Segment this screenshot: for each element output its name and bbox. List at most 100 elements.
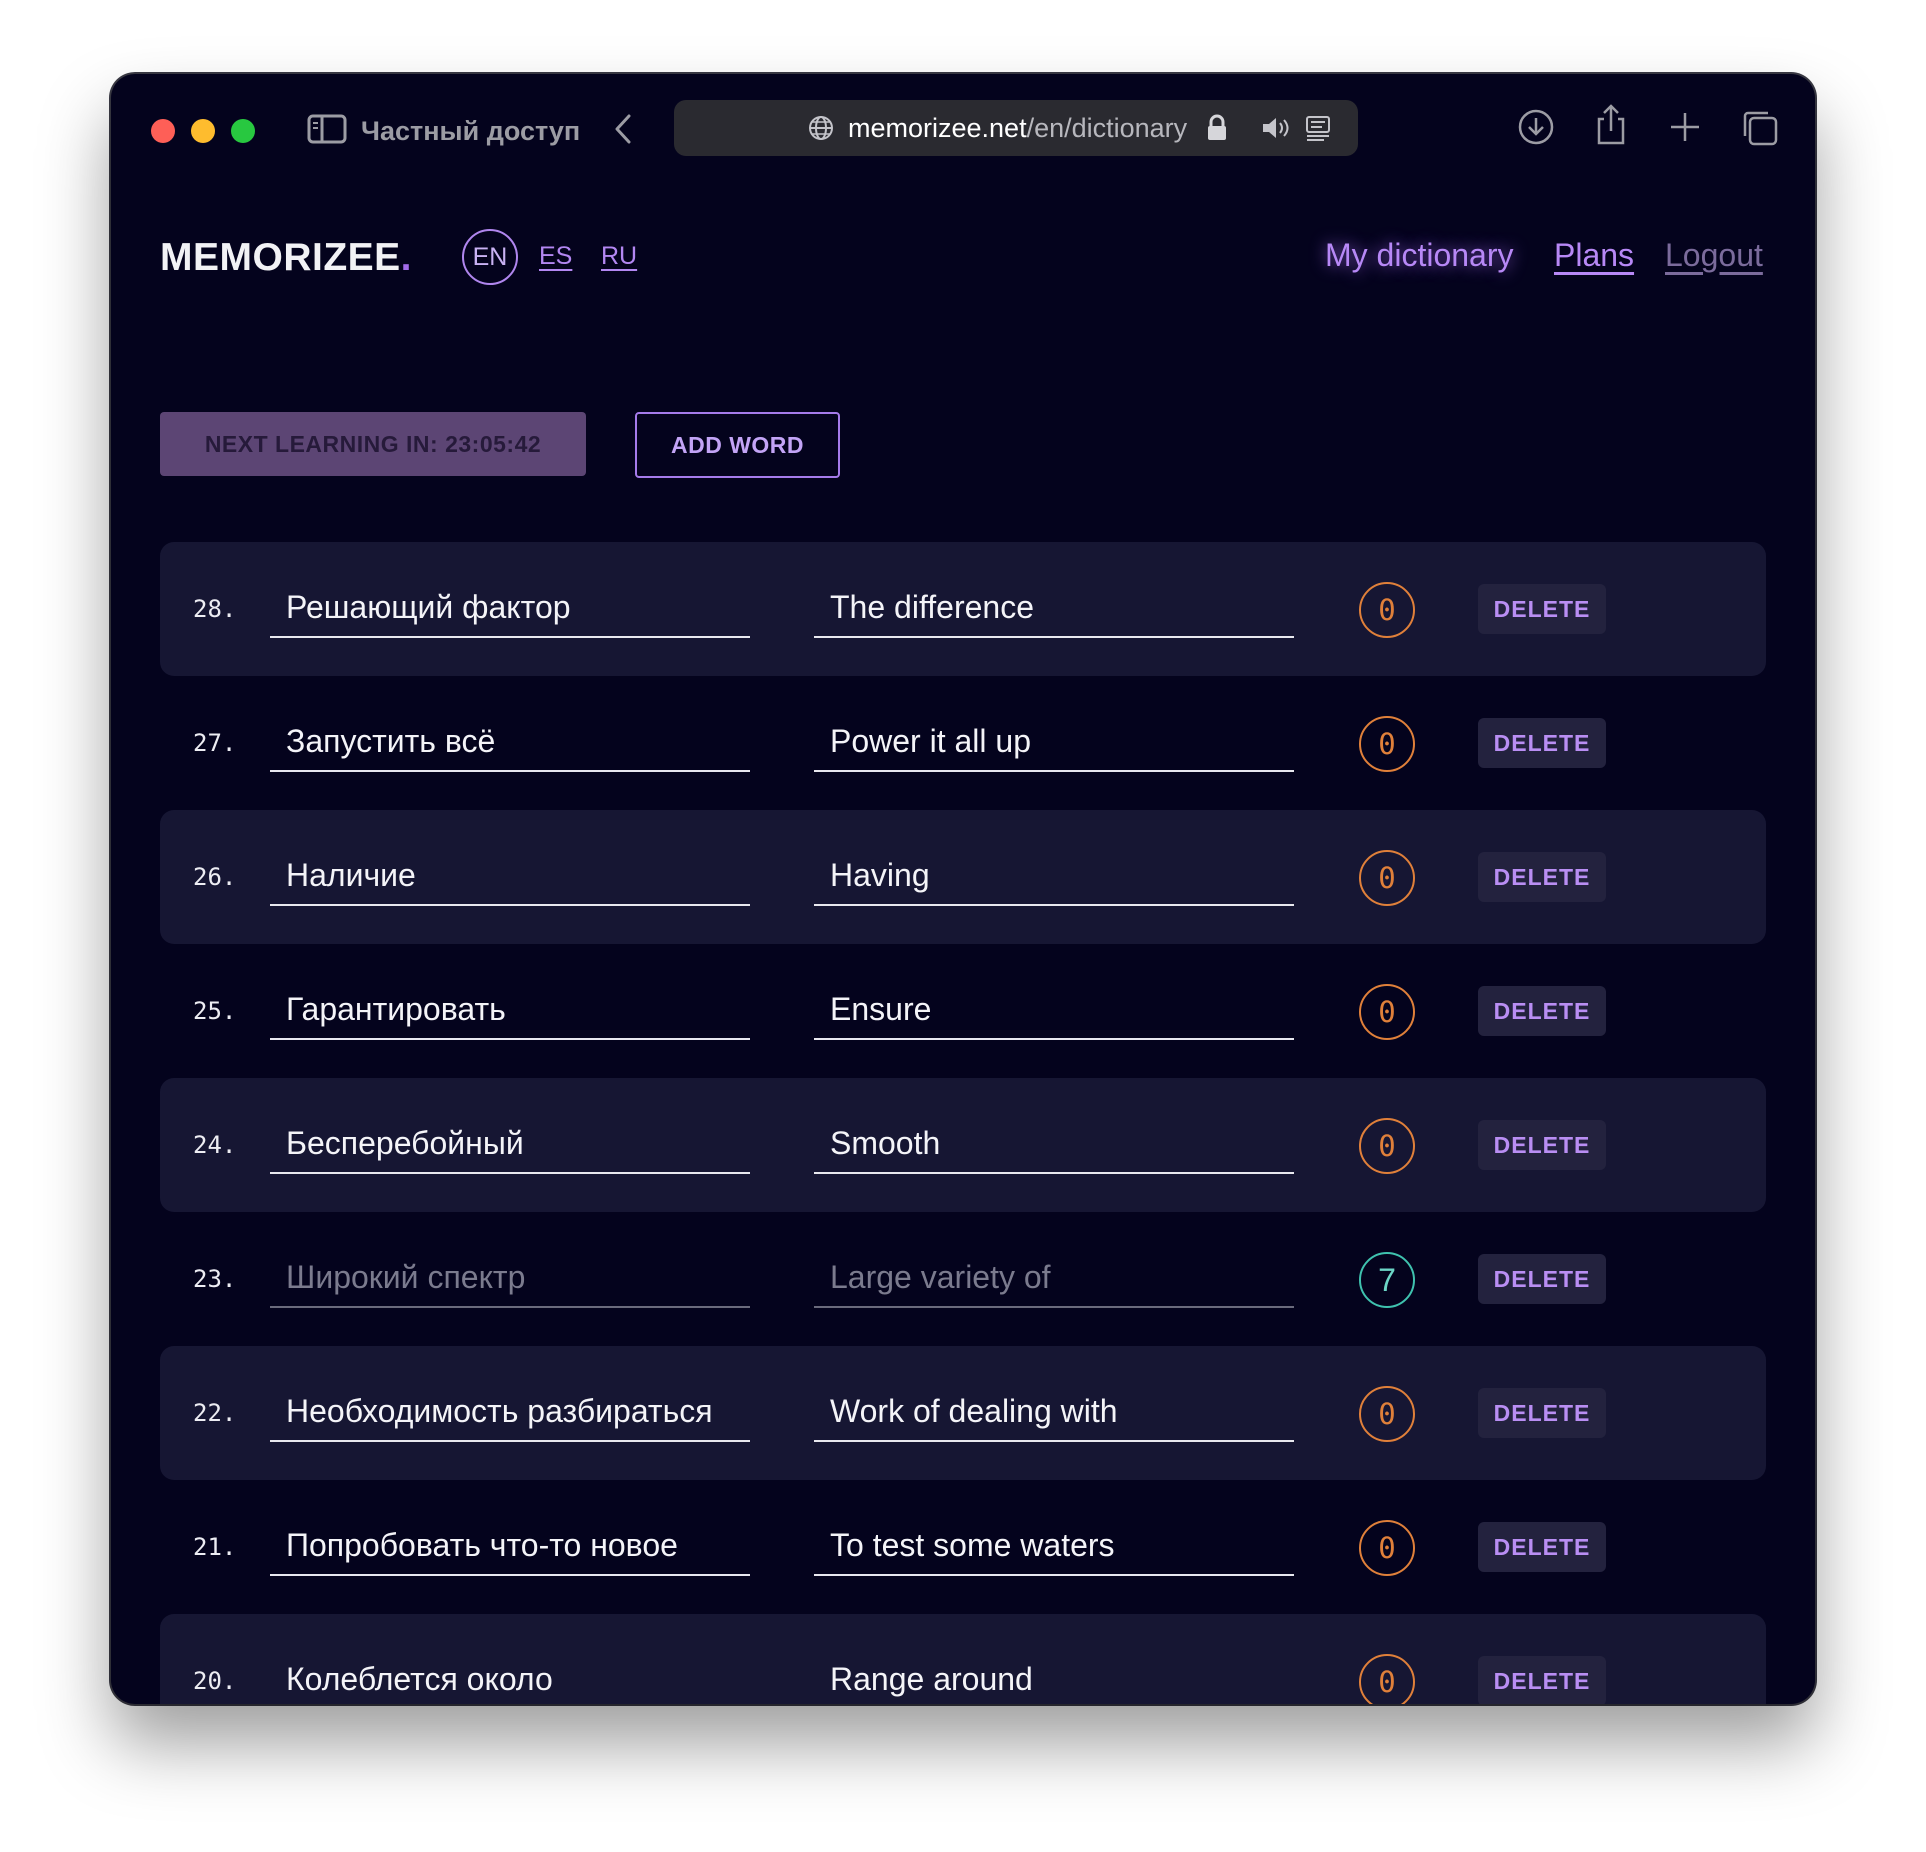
sidebar-toggle-icon[interactable] xyxy=(307,114,347,149)
english-word-field[interactable]: Smooth xyxy=(814,1112,1294,1174)
word-number: 25. xyxy=(193,997,237,1025)
language-es-link[interactable]: ES xyxy=(539,241,572,271)
close-window-button[interactable] xyxy=(151,119,175,143)
english-word-text: Smooth xyxy=(830,1125,941,1161)
globe-icon xyxy=(807,114,835,147)
russian-word-field[interactable]: Решающий фактор xyxy=(270,576,750,638)
score-badge: 0 xyxy=(1359,1654,1415,1704)
russian-word-text: Наличие xyxy=(286,857,416,893)
score-badge: 0 xyxy=(1359,1118,1415,1174)
english-word-text: Having xyxy=(830,857,930,893)
minimize-window-button[interactable] xyxy=(191,119,215,143)
english-word-text: Range around xyxy=(830,1661,1033,1697)
delete-button[interactable]: DELETE xyxy=(1478,1522,1606,1572)
delete-button[interactable]: DELETE xyxy=(1478,852,1606,902)
word-number: 27. xyxy=(193,729,237,757)
score-badge: 0 xyxy=(1359,1386,1415,1442)
word-number: 28. xyxy=(193,595,237,623)
english-word-field[interactable]: Power it all up xyxy=(814,710,1294,772)
reader-mode-icon[interactable] xyxy=(1304,114,1332,147)
speaker-icon[interactable] xyxy=(1260,114,1292,147)
russian-word-field[interactable]: Попробовать что-то новое xyxy=(270,1514,750,1576)
browser-window: Частный доступ memorizee.net/en/dictiona… xyxy=(111,74,1815,1704)
word-number: 23. xyxy=(193,1265,237,1293)
site-logo[interactable]: MEMORIZEE. xyxy=(160,234,412,282)
word-number: 20. xyxy=(193,1667,237,1695)
delete-button[interactable]: DELETE xyxy=(1478,584,1606,634)
russian-word-text: Попробовать что-то новое xyxy=(286,1527,678,1563)
delete-button[interactable]: DELETE xyxy=(1478,1656,1606,1704)
english-word-text: The difference xyxy=(830,589,1034,625)
russian-word-field[interactable]: Наличие xyxy=(270,844,750,906)
word-number: 22. xyxy=(193,1399,237,1427)
language-ru-link[interactable]: RU xyxy=(601,241,637,271)
url-host: memorizee.net xyxy=(848,113,1027,143)
english-word-text: Large variety of xyxy=(830,1259,1051,1295)
russian-word-field[interactable]: Гарантировать xyxy=(270,978,750,1040)
tab-overview-icon[interactable] xyxy=(1739,107,1781,154)
delete-button[interactable]: DELETE xyxy=(1478,1120,1606,1170)
english-word-field[interactable]: Having xyxy=(814,844,1294,906)
russian-word-text: Гарантировать xyxy=(286,991,506,1027)
word-row: 22. Необходимость разбираться Work of de… xyxy=(160,1346,1766,1480)
english-word-field[interactable]: Large variety of xyxy=(814,1246,1294,1308)
russian-word-field[interactable]: Необходимость разбираться xyxy=(270,1380,750,1442)
word-list: 28. Решающий фактор The difference 0 DEL… xyxy=(160,542,1766,1704)
english-word-field[interactable]: Work of dealing with xyxy=(814,1380,1294,1442)
delete-button[interactable]: DELETE xyxy=(1478,1254,1606,1304)
new-tab-icon[interactable] xyxy=(1665,107,1705,152)
nav-plans[interactable]: Plans xyxy=(1554,236,1634,274)
lock-icon xyxy=(1206,114,1228,147)
word-row: 23. Широкий спектр Large variety of 7 DE… xyxy=(160,1212,1766,1346)
word-row: 28. Решающий фактор The difference 0 DEL… xyxy=(160,542,1766,676)
downloads-icon[interactable] xyxy=(1516,107,1556,152)
russian-word-field[interactable]: Колеблется около xyxy=(270,1648,750,1704)
english-word-text: Power it all up xyxy=(830,723,1031,759)
word-row: 27. Запустить всё Power it all up 0 DELE… xyxy=(160,676,1766,810)
delete-button[interactable]: DELETE xyxy=(1478,1388,1606,1438)
english-word-field[interactable]: To test some waters xyxy=(814,1514,1294,1576)
russian-word-field[interactable]: Запустить всё xyxy=(270,710,750,772)
russian-word-field[interactable]: Бесперебойный xyxy=(270,1112,750,1174)
english-word-field[interactable]: The difference xyxy=(814,576,1294,638)
russian-word-text: Необходимость разбираться xyxy=(286,1393,713,1429)
url-path: /en/dictionary xyxy=(1026,113,1188,143)
logo-dot: . xyxy=(400,236,413,279)
english-word-text: Ensure xyxy=(830,991,932,1027)
nav-logout[interactable]: Logout xyxy=(1665,236,1763,274)
word-row: 26. Наличие Having 0 DELETE xyxy=(160,810,1766,944)
score-badge: 0 xyxy=(1359,1520,1415,1576)
score-badge: 7 xyxy=(1359,1252,1415,1308)
russian-word-field[interactable]: Широкий спектр xyxy=(270,1246,750,1308)
word-row: 20. Колеблется около Range around 0 DELE… xyxy=(160,1614,1766,1704)
word-row: 25. Гарантировать Ensure 0 DELETE xyxy=(160,944,1766,1078)
logo-text: MEMORIZEE xyxy=(160,236,401,279)
share-icon[interactable] xyxy=(1591,103,1631,152)
browser-toolbar: Частный доступ memorizee.net/en/dictiona… xyxy=(111,74,1815,184)
word-number: 21. xyxy=(193,1533,237,1561)
word-row: 24. Бесперебойный Smooth 0 DELETE xyxy=(160,1078,1766,1212)
language-en-current[interactable]: EN xyxy=(462,229,518,285)
delete-button[interactable]: DELETE xyxy=(1478,986,1606,1036)
back-icon[interactable] xyxy=(611,112,635,151)
russian-word-text: Решающий фактор xyxy=(286,589,571,625)
english-word-field[interactable]: Ensure xyxy=(814,978,1294,1040)
score-badge: 0 xyxy=(1359,984,1415,1040)
zoom-window-button[interactable] xyxy=(231,119,255,143)
score-badge: 0 xyxy=(1359,850,1415,906)
word-number: 26. xyxy=(193,863,237,891)
russian-word-text: Запустить всё xyxy=(286,723,496,759)
russian-word-text: Широкий спектр xyxy=(286,1259,526,1295)
score-badge: 0 xyxy=(1359,582,1415,638)
russian-word-text: Бесперебойный xyxy=(286,1125,524,1161)
nav-my-dictionary[interactable]: My dictionary xyxy=(1325,236,1514,274)
next-learning-button[interactable]: NEXT LEARNING IN: 23:05:42 xyxy=(160,412,586,476)
english-word-text: To test some waters xyxy=(830,1527,1115,1563)
english-word-field[interactable]: Range around xyxy=(814,1648,1294,1704)
delete-button[interactable]: DELETE xyxy=(1478,718,1606,768)
address-bar[interactable]: memorizee.net/en/dictionary xyxy=(674,100,1358,156)
word-row: 21. Попробовать что-то новое To test som… xyxy=(160,1480,1766,1614)
add-word-button[interactable]: ADD WORD xyxy=(635,412,840,478)
word-number: 24. xyxy=(193,1131,237,1159)
score-badge: 0 xyxy=(1359,716,1415,772)
